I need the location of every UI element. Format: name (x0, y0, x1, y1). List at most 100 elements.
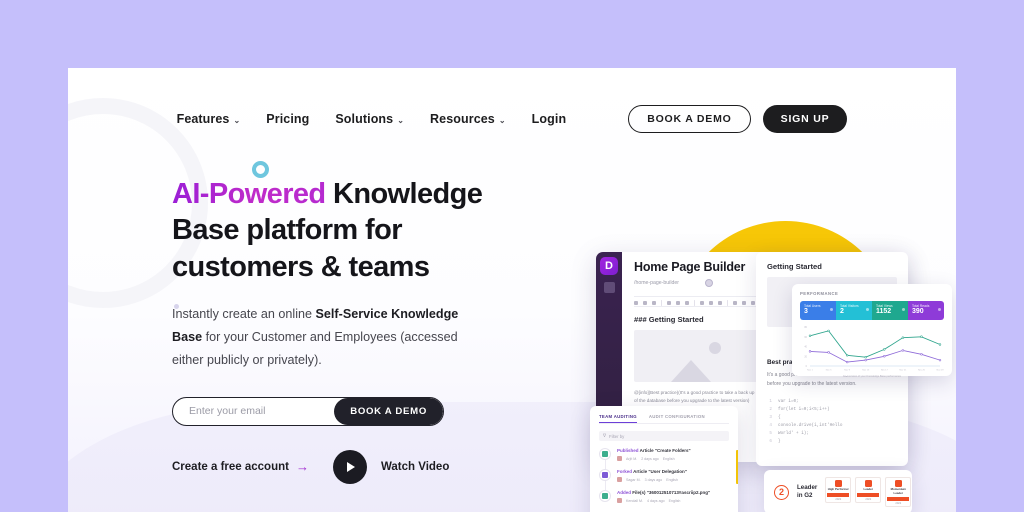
audit-time: 3 days ago (644, 477, 663, 482)
audit-title: Added File(s) "360012510713#ascriip2.png… (617, 490, 729, 495)
audit-action: Added (617, 490, 631, 495)
nav-label: Login (531, 112, 567, 126)
tab-audit-configuration[interactable]: AUDIT CONFIGURATION (649, 414, 705, 419)
avatar-glyph-icon (602, 451, 608, 457)
svg-text:Nov 17: Nov 17 (881, 370, 889, 372)
nav-item-pricing[interactable]: Pricing (266, 112, 309, 126)
stat-label: Total Visitors (840, 304, 859, 308)
g2-medal-icon (864, 479, 872, 487)
toolbar-italic-icon[interactable] (676, 300, 680, 305)
audit-title: Published Article "Create Folders" (617, 448, 729, 453)
g2-badge-year: 2022 (865, 498, 872, 502)
audit-lang: English (662, 456, 675, 461)
g2-shield-icon: High Performer 2022 (825, 477, 852, 504)
toolbar-link-icon[interactable] (709, 300, 713, 305)
list-item[interactable]: Forked Article "User Delegation" Sagar M… (599, 469, 729, 482)
sign-up-button[interactable]: SIGN UP (762, 105, 848, 133)
toolbar-image-icon[interactable] (718, 300, 722, 305)
toolbar-code-icon[interactable] (733, 300, 737, 305)
audit-filter-input[interactable]: ∇ Filter by (599, 431, 729, 441)
svg-text:Nov 5: Nov 5 (826, 370, 832, 372)
yellow-accent-bar (736, 450, 738, 484)
toolbar-list-icon[interactable] (700, 300, 704, 305)
tab-team-auditing[interactable]: TEAM AUDITING (599, 414, 637, 423)
sidebar-docs-icon[interactable] (603, 282, 615, 293)
arrow-right-icon: → (295, 459, 309, 475)
line-chart-svg: 0 20 40 60 80 Nov 1 Nov 5 Nov 9 Nov 13 Nov 17 Nov … (804, 326, 944, 372)
stat-icon (938, 308, 941, 311)
toolbar-heading3-icon[interactable] (652, 300, 656, 305)
main-navigation: Features ⌄ Pricing Solutions ⌄ Resources… (68, 102, 956, 136)
code-line: 4 console.drive(i,int'Hello (767, 422, 897, 430)
toolbar-table-icon[interactable] (751, 300, 755, 305)
dot-decoration-icon (174, 304, 179, 309)
ring-decoration-icon (252, 161, 269, 178)
line-number: 5 (769, 431, 772, 437)
toolbar-quote-icon[interactable] (742, 300, 746, 305)
code-line: 6} (767, 438, 897, 446)
toolbar-heading2-icon[interactable] (643, 300, 647, 305)
svg-text:Nov 25: Nov 25 (918, 370, 926, 372)
code-text: { (778, 414, 781, 420)
list-item[interactable]: Added File(s) "360012510713#ascriip2.png… (599, 490, 729, 503)
create-free-account-link[interactable]: Create a free account → (172, 459, 309, 474)
performance-stat-tiles: Total Users 3 Total Visitors 2 Total Vie… (800, 301, 944, 320)
form-book-demo-button[interactable]: BOOK A DEMO (334, 397, 443, 425)
g2-badge-name: Leader (863, 487, 874, 492)
stat-label: Total Views (876, 304, 893, 308)
g2-badge-year: 2022 (895, 501, 902, 505)
code-text: var i=0; (778, 398, 799, 404)
g2-awards-card: 2 Leader in G2 High Performer 2022 Leade… (764, 470, 912, 512)
performance-label: PERFORMANCE (800, 291, 839, 296)
performance-line-chart: 0 20 40 60 80 Nov 1 Nov 5 Nov 9 Nov 13 Nov 17 Nov … (800, 324, 944, 380)
audit-time: 2 days ago (641, 456, 659, 461)
nav-item-resources[interactable]: Resources ⌄ (430, 112, 506, 126)
audit-action: Forked (617, 469, 633, 474)
audit-list: Published Article "Create Folders" Arjit… (599, 448, 729, 503)
email-field[interactable] (173, 405, 335, 418)
audit-user: Sagar M. (626, 477, 641, 482)
nav-item-solutions[interactable]: Solutions ⌄ (335, 112, 404, 126)
g2-badge: Leader 2022 (855, 477, 882, 506)
avatar (599, 490, 611, 502)
g2-medal-icon (834, 479, 842, 487)
line-number: 4 (769, 422, 772, 428)
toolbar-heading-icon[interactable] (634, 300, 638, 305)
svg-text:60: 60 (804, 336, 807, 339)
nav-label: Features (176, 112, 230, 126)
page-title: AI-Powered Knowledge Base platform for c… (172, 176, 522, 285)
list-item[interactable]: Published Article "Create Folders" Arjit… (599, 448, 729, 461)
headline-accent: AI-Powered (172, 178, 326, 210)
performance-card: PERFORMANCE Total Users 3 Total Visitors… (792, 284, 952, 378)
audit-time: 4 days ago (646, 498, 665, 503)
audit-meta: Arjit M. 2 days ago English (617, 456, 729, 461)
chart-caption: An overview of your Knowledge Base perfo… (842, 375, 902, 378)
audit-detail: Article "Create Folders" (639, 448, 691, 453)
nav-links: Features ⌄ Pricing Solutions ⌄ Resources… (177, 112, 567, 126)
g2-badge-band (887, 496, 910, 501)
svg-text:Nov 13: Nov 13 (862, 370, 870, 372)
book-a-demo-button[interactable]: BOOK A DEMO (628, 105, 751, 133)
nav-label: Resources (430, 112, 495, 126)
sub-part-2: for your Customer and Employees (accesse… (172, 330, 458, 368)
toolbar-divider (727, 299, 728, 306)
watch-video-label[interactable]: Watch Video (381, 461, 449, 473)
chevron-down-icon: ⌄ (397, 115, 405, 125)
audit-action: Published (617, 448, 639, 453)
user-avatar-icon (617, 498, 622, 503)
toolbar-strike-icon[interactable] (685, 300, 689, 305)
nav-label: Solutions (335, 112, 394, 126)
stat-label: Total Users (804, 304, 821, 308)
screenshot-stage: Features ⌄ Pricing Solutions ⌄ Resources… (0, 0, 1024, 512)
breadcrumb-text: /home-page-builder (634, 280, 679, 286)
nav-item-features[interactable]: Features ⌄ (177, 112, 241, 126)
play-video-button[interactable] (332, 449, 367, 484)
stat-icon (830, 308, 833, 311)
g2-title: Leader in G2 (797, 483, 818, 499)
g2-badge-band (857, 493, 880, 498)
toolbar-bold-icon[interactable] (667, 300, 671, 305)
create-free-account-label: Create a free account (172, 460, 289, 473)
nav-item-login[interactable]: Login (532, 112, 567, 126)
sub-part-1: Instantly create an online (172, 306, 316, 321)
stat-value: 390 (912, 308, 924, 315)
